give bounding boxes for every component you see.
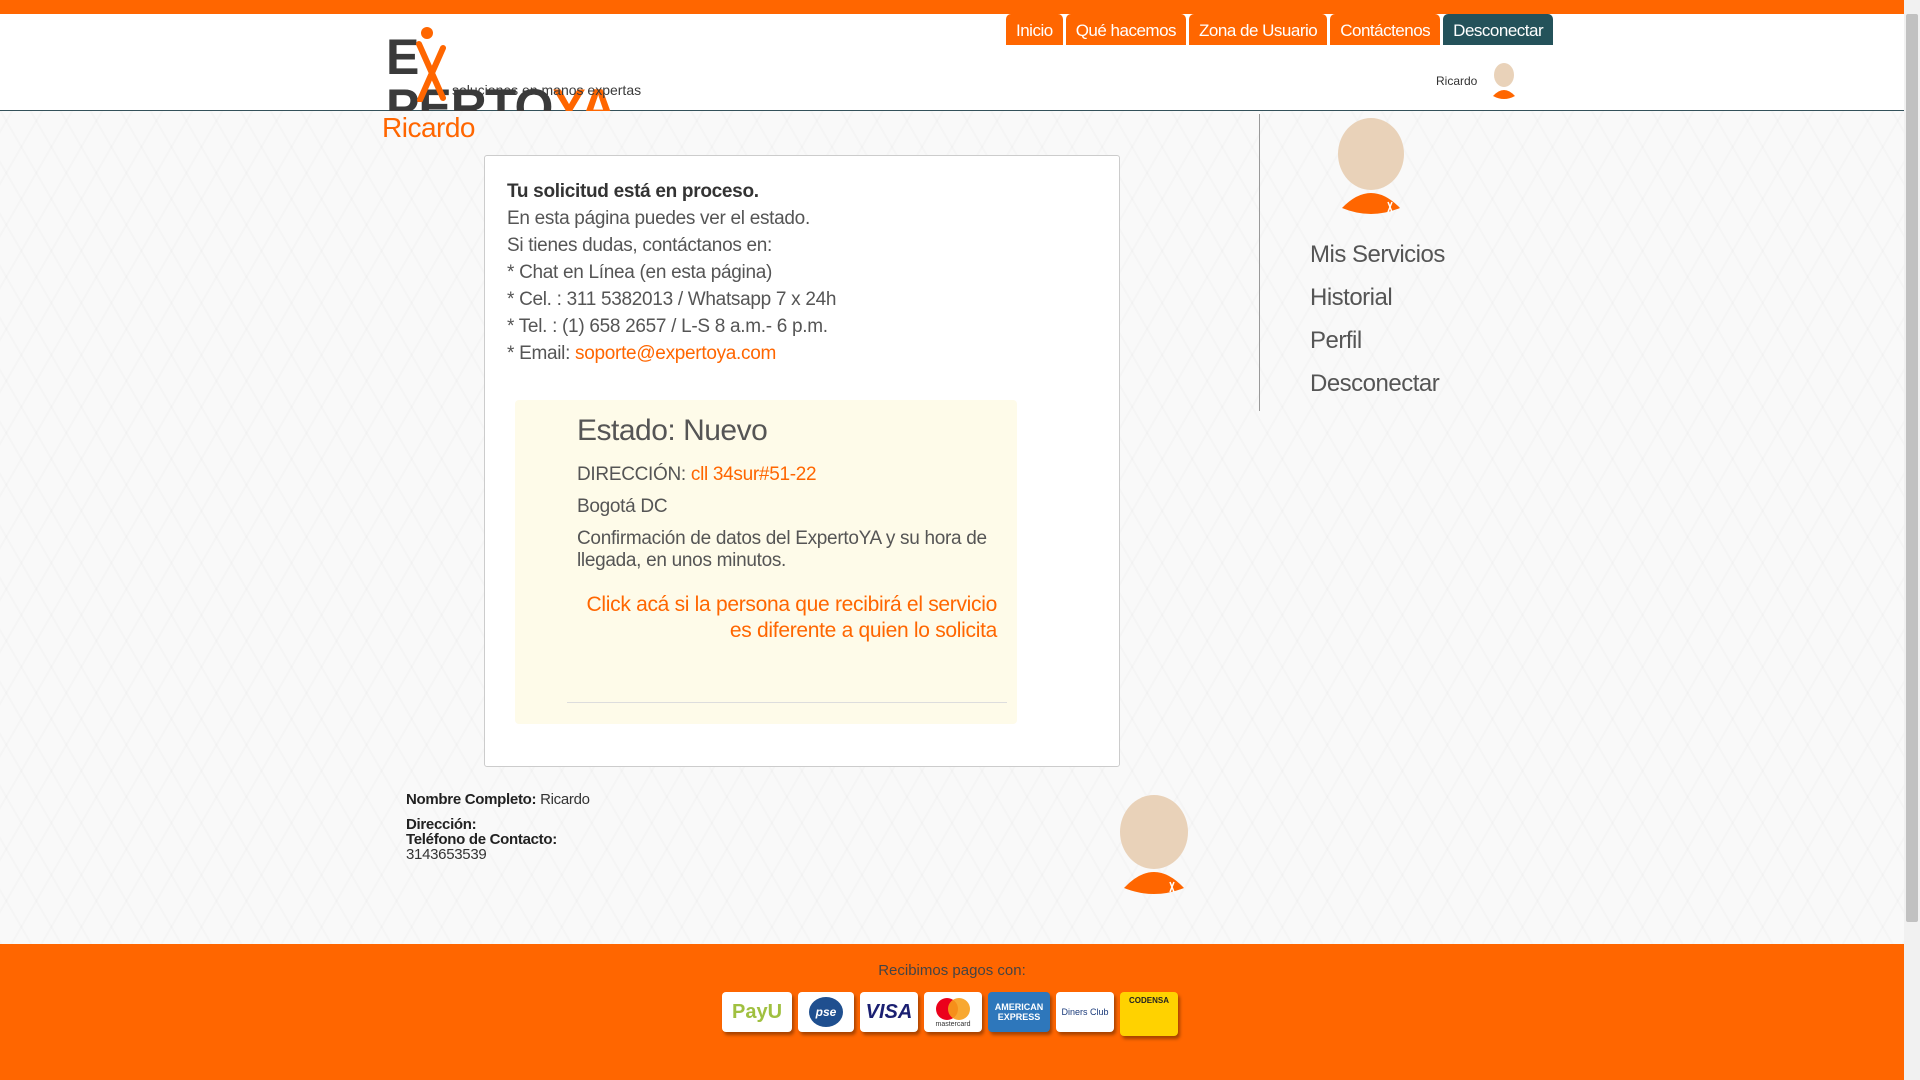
nav-zona-usuario[interactable]: Zona de Usuario — [1189, 14, 1328, 45]
request-heading: Tu solicitud está en proceso. — [507, 181, 759, 202]
expertoya-logo[interactable]: EPERTOYA soluciones en manos expertas — [386, 22, 641, 132]
user-avatar-icon[interactable] — [1490, 62, 1518, 100]
logo-person-icon — [416, 27, 446, 102]
contact-info: Nombre Completo: Ricardo Dirección: Telé… — [406, 792, 590, 862]
request-line: * Tel. : (1) 658 2657 / L-S 8 a.m.- 6 p.… — [507, 316, 828, 337]
amex-logo: AMERICAN EXPRESS — [988, 992, 1050, 1032]
mastercard-logo: mastercard — [924, 992, 982, 1032]
sidebar-item-mis-servicios[interactable]: Mis Servicios — [1310, 240, 1445, 283]
email-line: * Email: soporte@expertoya.com — [507, 343, 777, 364]
request-line: * Cel. : 311 5382013 / Whatsapp 7 x 24h — [507, 289, 837, 310]
logo-tagline: soluciones en manos expertas — [452, 82, 642, 98]
scrollbar-thumb[interactable] — [1906, 14, 1918, 922]
sidebar-item-desconectar[interactable]: Desconectar — [1310, 369, 1445, 412]
footer: Recibimos pagos con: PayU pse VISA maste… — [0, 944, 1904, 1080]
status-title: Estado: Nuevo — [577, 414, 768, 447]
mastercard-circles-icon — [936, 997, 970, 1020]
top-accent-bar — [0, 0, 1904, 14]
phone-value: 3143653539 — [406, 846, 487, 863]
sidebar-divider — [1259, 114, 1260, 411]
request-line: * Chat en Línea (en esta página) — [507, 262, 773, 283]
different-recipient-link[interactable]: Click acá si la persona que recibirá el … — [577, 592, 998, 644]
divider — [567, 702, 1007, 703]
support-email-link[interactable]: soporte@expertoya.com — [575, 343, 776, 364]
status-panel: Estado: Nuevo DIRECCIÓN: cll 34sur#51-22… — [515, 400, 1017, 724]
header-username: Ricardo — [1436, 74, 1478, 88]
request-card: Tu solicitud está en proceso. En esta pá… — [484, 155, 1120, 767]
request-info: Tu solicitud está en proceso. En esta pá… — [507, 178, 836, 367]
main-nav: Inicio Qué hacemos Zona de Usuario Contá… — [1006, 14, 1554, 45]
name-label: Nombre Completo: — [406, 791, 537, 808]
page-title: Ricardo — [382, 112, 475, 143]
sidebar-menu: Mis Servicios Historial Perfil Desconect… — [1310, 240, 1445, 412]
payment-methods: PayU pse VISA mastercard AMERICAN EXPRES… — [722, 992, 1178, 1036]
request-line: En esta página puedes ver el estado. — [507, 208, 810, 229]
codensa-logo: CODENSA — [1120, 992, 1178, 1036]
sidebar-item-historial[interactable]: Historial — [1310, 283, 1445, 326]
diners-logo: Diners Club — [1056, 992, 1114, 1032]
request-line: Si tienes dudas, contáctanos en: — [507, 235, 773, 256]
pse-logo: pse — [798, 992, 854, 1032]
payu-logo: PayU — [722, 992, 792, 1032]
sidebar-item-perfil[interactable]: Perfil — [1310, 326, 1445, 369]
site-header: EPERTOYA soluciones en manos expertas Ri… — [0, 14, 1904, 132]
nav-desconectar[interactable]: Desconectar — [1443, 14, 1554, 45]
status-address: DIRECCIÓN: cll 34sur#51-22 — [577, 464, 817, 485]
status-city: Bogotá DC — [577, 496, 668, 517]
nav-contactenos[interactable]: Contáctenos — [1330, 14, 1441, 45]
name-value: Ricardo — [540, 791, 590, 808]
nav-inicio[interactable]: Inicio — [1006, 14, 1063, 45]
nav-que-hacemos[interactable]: Qué hacemos — [1065, 14, 1187, 45]
payments-label: Recibimos pagos con: — [878, 962, 1026, 979]
expert-avatar-icon — [1120, 795, 1188, 894]
profile-avatar-icon — [1338, 118, 1404, 214]
status-confirmation: Confirmación de datos del ExpertoYA y su… — [577, 528, 987, 571]
visa-logo: VISA — [860, 992, 918, 1032]
